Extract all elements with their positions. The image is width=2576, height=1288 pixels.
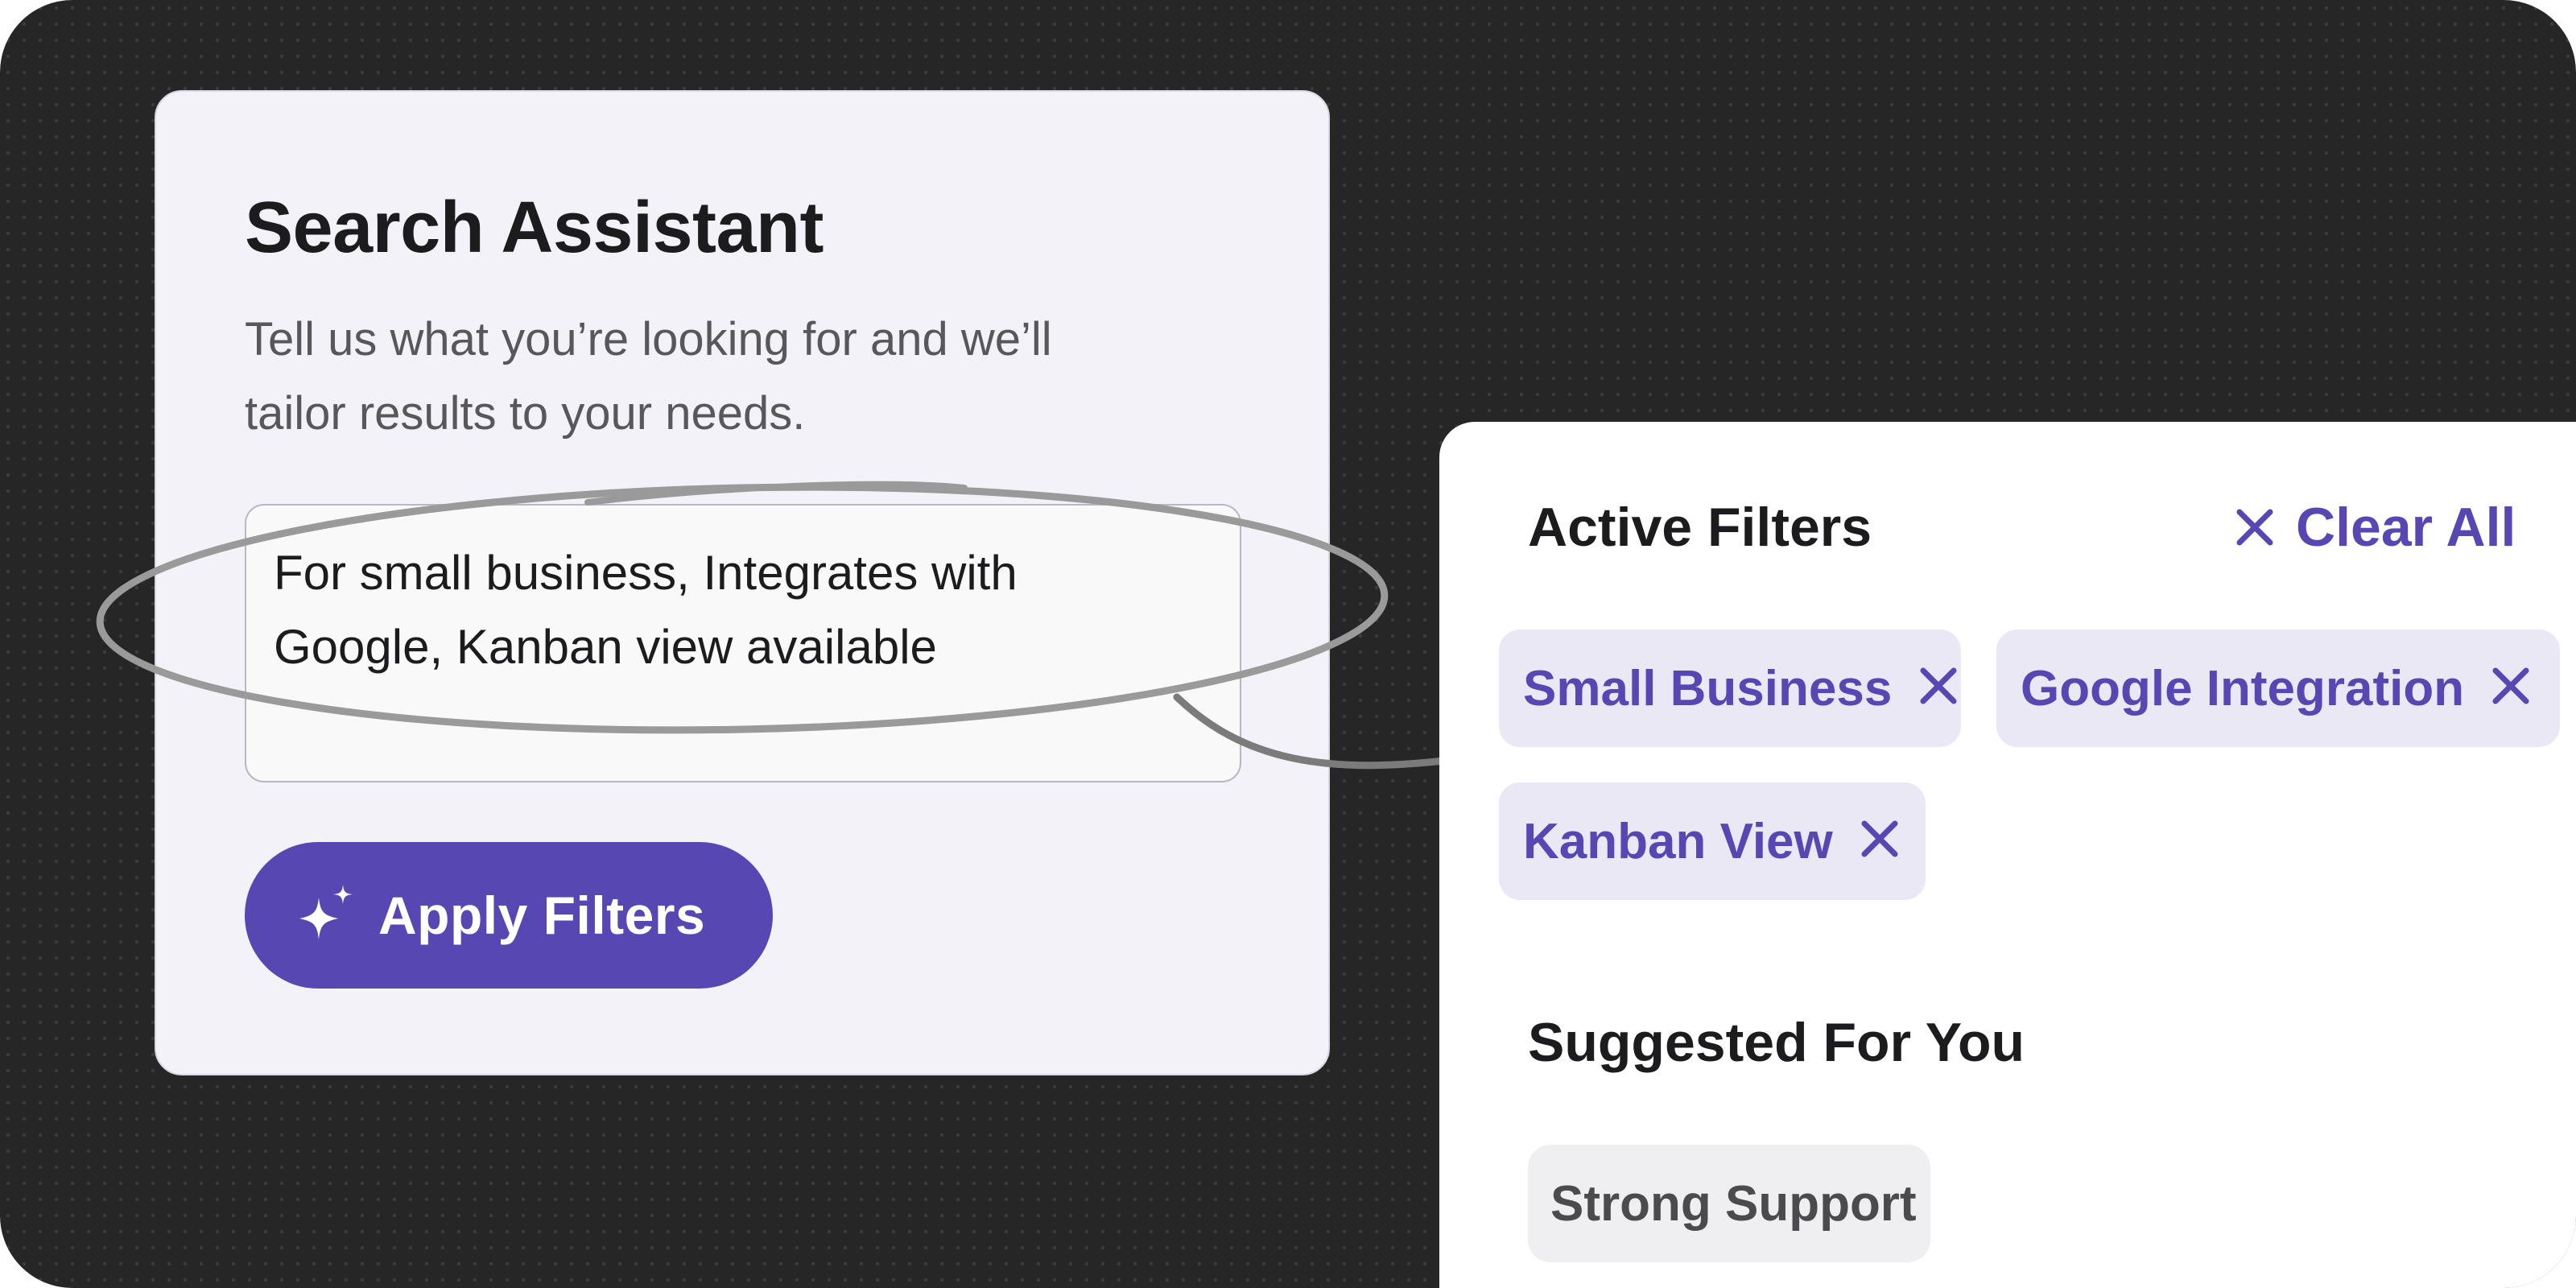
- suggestion-chip-label: Strong Support: [1550, 1175, 1917, 1232]
- clear-all-label: Clear All: [2296, 497, 2516, 558]
- search-assistant-card: Search Assistant Tell us what you’re loo…: [155, 90, 1330, 1075]
- close-icon[interactable]: [2464, 660, 2530, 717]
- filter-chip-label: Small Business: [1523, 660, 1893, 716]
- apply-filters-button[interactable]: Apply Filters: [245, 842, 773, 989]
- suggested-for-you-title: Suggested For You: [1528, 1012, 2025, 1073]
- search-assistant-title: Search Assistant: [245, 188, 824, 268]
- filter-chip-label: Kanban View: [1523, 813, 1833, 869]
- query-line-2: Google, Kanban view available: [274, 620, 937, 674]
- subtitle-line-1: Tell us what you’re looking for and we’l…: [245, 313, 1052, 365]
- filter-chip-google-integration[interactable]: Google Integration: [1996, 630, 2560, 747]
- filter-chip-kanban-view[interactable]: Kanban View: [1499, 782, 1926, 900]
- suggestion-chip-strong-support[interactable]: Strong Support: [1528, 1145, 1930, 1262]
- apply-filters-label: Apply Filters: [378, 886, 706, 945]
- filter-chip-small-business[interactable]: Small Business: [1499, 630, 1961, 747]
- sparkle-icon: [295, 881, 359, 950]
- search-assistant-subtitle: Tell us what you’re looking for and we’l…: [245, 303, 1195, 451]
- close-icon[interactable]: [1892, 660, 1958, 717]
- filter-chip-label: Google Integration: [2021, 660, 2465, 716]
- query-line-1: For small business, Integrates with: [274, 546, 1018, 600]
- subtitle-line-2: tailor results to your needs.: [245, 387, 806, 440]
- search-query-textarea[interactable]: For small business, Integrates with Goog…: [245, 504, 1241, 782]
- canvas-background: Search Assistant Tell us what you’re loo…: [0, 0, 2576, 1288]
- active-filters-panel: Active Filters Clear All Small Business …: [1439, 422, 2576, 1288]
- clear-all-button[interactable]: Clear All: [2236, 496, 2516, 559]
- active-filters-title: Active Filters: [1528, 497, 1872, 558]
- close-icon: [2236, 496, 2296, 559]
- close-icon[interactable]: [1833, 813, 1899, 870]
